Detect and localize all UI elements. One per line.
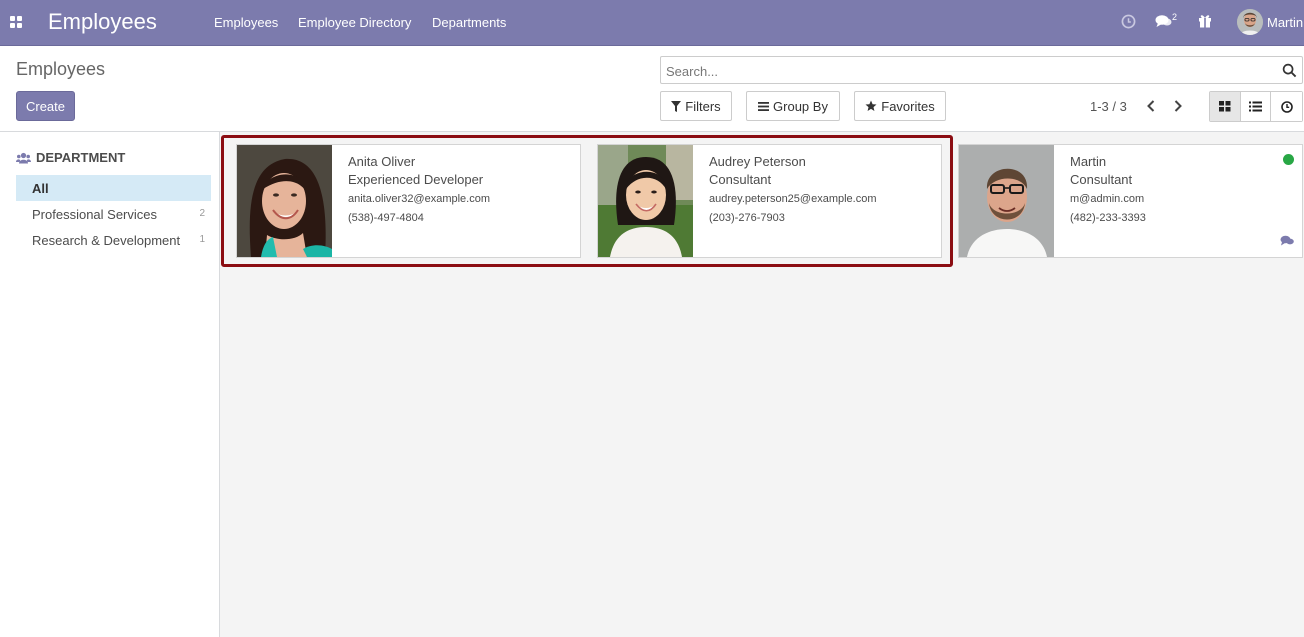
- employee-name: Anita Oliver: [348, 154, 416, 169]
- favorites-label: Favorites: [881, 98, 935, 114]
- messages-icon[interactable]: [1155, 14, 1172, 31]
- search-box: [660, 56, 1303, 84]
- employee-card-martin[interactable]: Martin Consultant m@admin.com (482)-233-…: [958, 144, 1303, 258]
- chat-icon[interactable]: [1280, 234, 1294, 246]
- employee-photo: [598, 145, 693, 257]
- department-item-label: Research & Development: [32, 232, 181, 248]
- department-item-all[interactable]: All: [16, 175, 211, 201]
- employee-card-anita-oliver[interactable]: Anita Oliver Experienced Developer anita…: [236, 144, 581, 258]
- employee-name: Martin: [1070, 154, 1107, 169]
- online-status-icon: [1283, 154, 1294, 165]
- kanban-view-icon: [1218, 101, 1231, 112]
- apps-menu-icon[interactable]: [10, 16, 23, 29]
- create-button[interactable]: Create: [16, 91, 75, 121]
- employee-phone: (482)-233-3393: [1070, 212, 1146, 224]
- control-panel: Employees Create Filters Group By Favori…: [0, 46, 1304, 132]
- filter-icon: [671, 100, 682, 112]
- employee-phone: (203)-276-7903: [709, 212, 785, 224]
- filters-label: Filters: [685, 98, 721, 114]
- group-by-button[interactable]: Group By: [746, 91, 840, 121]
- department-item-label: All: [32, 180, 49, 196]
- view-switcher: [1209, 91, 1303, 122]
- employee-photo: [237, 145, 332, 257]
- bars-icon: [758, 101, 770, 111]
- users-icon: [16, 152, 31, 163]
- list-view-button[interactable]: [1240, 92, 1272, 121]
- department-item-label: Professional Services: [32, 206, 157, 222]
- search-input[interactable]: [666, 61, 1266, 81]
- user-name[interactable]: Martin: [1267, 15, 1303, 30]
- pager-value[interactable]: 1-3 / 3: [1090, 99, 1127, 114]
- employee-phone: (538)-497-4804: [348, 212, 424, 224]
- menu-employee-directory[interactable]: Employee Directory: [298, 15, 411, 30]
- list-view-icon: [1249, 101, 1262, 112]
- department-sidebar: DEPARTMENT All Professional Services 2 R…: [0, 132, 220, 637]
- favorites-button[interactable]: Favorites: [854, 91, 946, 121]
- activity-clock-icon[interactable]: [1121, 14, 1136, 32]
- department-item-count: 1: [199, 234, 205, 245]
- menu-employees[interactable]: Employees: [214, 15, 278, 30]
- kanban-view-button[interactable]: [1210, 92, 1241, 121]
- top-navbar: Employees Employees Employee Directory D…: [0, 0, 1304, 46]
- employee-job-title: Consultant: [709, 172, 772, 187]
- employee-name: Audrey Peterson: [709, 154, 806, 169]
- department-item-research-development[interactable]: Research & Development 1: [16, 227, 211, 253]
- employee-job-title: Experienced Developer: [348, 172, 484, 187]
- group-by-label: Group By: [773, 98, 828, 114]
- gift-icon[interactable]: [1198, 13, 1212, 31]
- menu-departments[interactable]: Departments: [432, 15, 506, 30]
- activity-view-button[interactable]: [1271, 92, 1302, 121]
- filters-button[interactable]: Filters: [660, 91, 732, 121]
- department-header-label: DEPARTMENT: [36, 150, 126, 165]
- app-title: Employees: [48, 9, 157, 34]
- employee-email: m@admin.com: [1070, 193, 1145, 205]
- pager-previous-icon[interactable]: [1143, 97, 1159, 115]
- star-icon: [865, 100, 877, 111]
- employee-job-title: Consultant: [1070, 172, 1133, 187]
- employee-photo: [959, 145, 1054, 257]
- department-item-count: 2: [199, 208, 205, 219]
- department-item-professional-services[interactable]: Professional Services 2: [16, 201, 211, 227]
- employee-email: anita.oliver32@example.com: [348, 193, 491, 205]
- pager-next-icon[interactable]: [1170, 97, 1186, 115]
- user-avatar[interactable]: [1237, 9, 1263, 35]
- department-header: DEPARTMENT: [16, 150, 125, 165]
- messages-badge: 2: [1172, 12, 1178, 22]
- clock-icon: [1280, 100, 1293, 113]
- page-title: Employees: [16, 59, 106, 79]
- employee-card-audrey-peterson[interactable]: Audrey Peterson Consultant audrey.peters…: [597, 144, 942, 258]
- employee-email: audrey.peterson25@example.com: [709, 193, 877, 205]
- kanban-view: Anita Oliver Experienced Developer anita…: [220, 132, 1304, 637]
- search-icon[interactable]: [1282, 63, 1297, 78]
